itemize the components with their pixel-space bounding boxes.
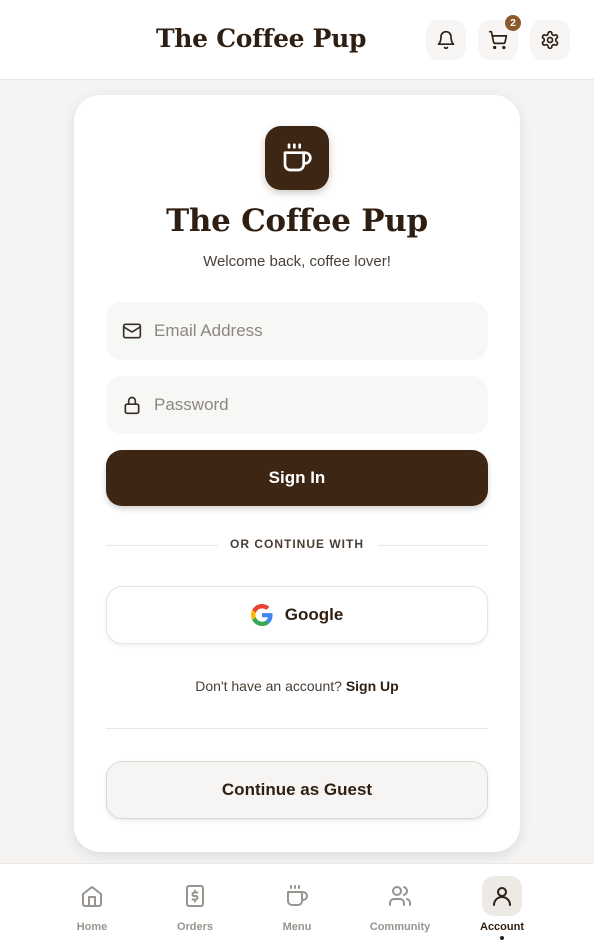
user-icon-wrap [482, 876, 522, 916]
login-card: The Coffee Pup Welcome back, coffee love… [74, 95, 520, 852]
login-title: The Coffee Pup [166, 203, 428, 239]
coffee-cup-icon [287, 885, 308, 906]
password-field[interactable] [106, 376, 488, 434]
sign-up-link[interactable]: Sign Up [346, 678, 399, 694]
bottom-nav: Home Orders Menu Community Account [0, 863, 594, 944]
password-input[interactable] [154, 376, 474, 434]
login-subtitle: Welcome back, coffee lover! [203, 253, 391, 270]
signup-prompt-text: Don't have an account? [195, 678, 342, 694]
google-logo-icon [250, 604, 273, 626]
continue-as-guest-button[interactable]: Continue as Guest [106, 761, 488, 819]
nav-home[interactable]: Home [50, 876, 134, 942]
email-field[interactable] [106, 302, 488, 360]
coffee-cup-icon [283, 143, 312, 172]
nav-community-label: Community [369, 921, 431, 933]
top-header: The Coffee Pup 2 [0, 0, 594, 80]
nav-community[interactable]: Community [358, 876, 442, 942]
header-brand-title[interactable]: The Coffee Pup [156, 24, 367, 53]
nav-account[interactable]: Account [460, 876, 544, 942]
nav-account-label: Account [480, 921, 524, 933]
receipt-icon [186, 885, 204, 907]
sign-in-button[interactable]: Sign In [106, 450, 488, 506]
or-divider: OR CONTINUE WITH [106, 537, 488, 553]
divider-text: OR CONTINUE WITH [230, 537, 364, 551]
home-icon-wrap [72, 876, 112, 916]
nav-orders[interactable]: Orders [153, 876, 237, 942]
google-label: Google [284, 605, 344, 624]
gear-icon [541, 30, 559, 50]
receipt-icon-wrap [175, 876, 215, 916]
users-icon [389, 886, 411, 906]
cart-button[interactable]: 2 [478, 15, 521, 60]
cart-count-badge: 2 [505, 15, 521, 31]
nav-home-label: Home [76, 921, 108, 933]
user-icon [493, 887, 511, 906]
menu-icon-wrap [277, 876, 317, 916]
settings-button[interactable] [530, 20, 570, 60]
notifications-button[interactable] [426, 20, 466, 60]
lock-icon [124, 396, 140, 415]
app-logo [265, 126, 329, 190]
nav-menu-label: Menu [282, 921, 312, 933]
divider [106, 728, 488, 729]
active-indicator-dot [500, 936, 504, 940]
email-input[interactable] [154, 302, 474, 360]
google-signin-button[interactable]: Google [106, 586, 488, 644]
bell-icon [437, 30, 455, 50]
signup-prompt-row: Don't have an account? Sign Up [74, 678, 520, 694]
home-icon [82, 886, 102, 907]
mail-icon [122, 323, 142, 339]
cart-icon [488, 30, 508, 50]
nav-orders-label: Orders [176, 921, 214, 933]
nav-menu[interactable]: Menu [255, 876, 339, 942]
users-icon-wrap [380, 876, 420, 916]
